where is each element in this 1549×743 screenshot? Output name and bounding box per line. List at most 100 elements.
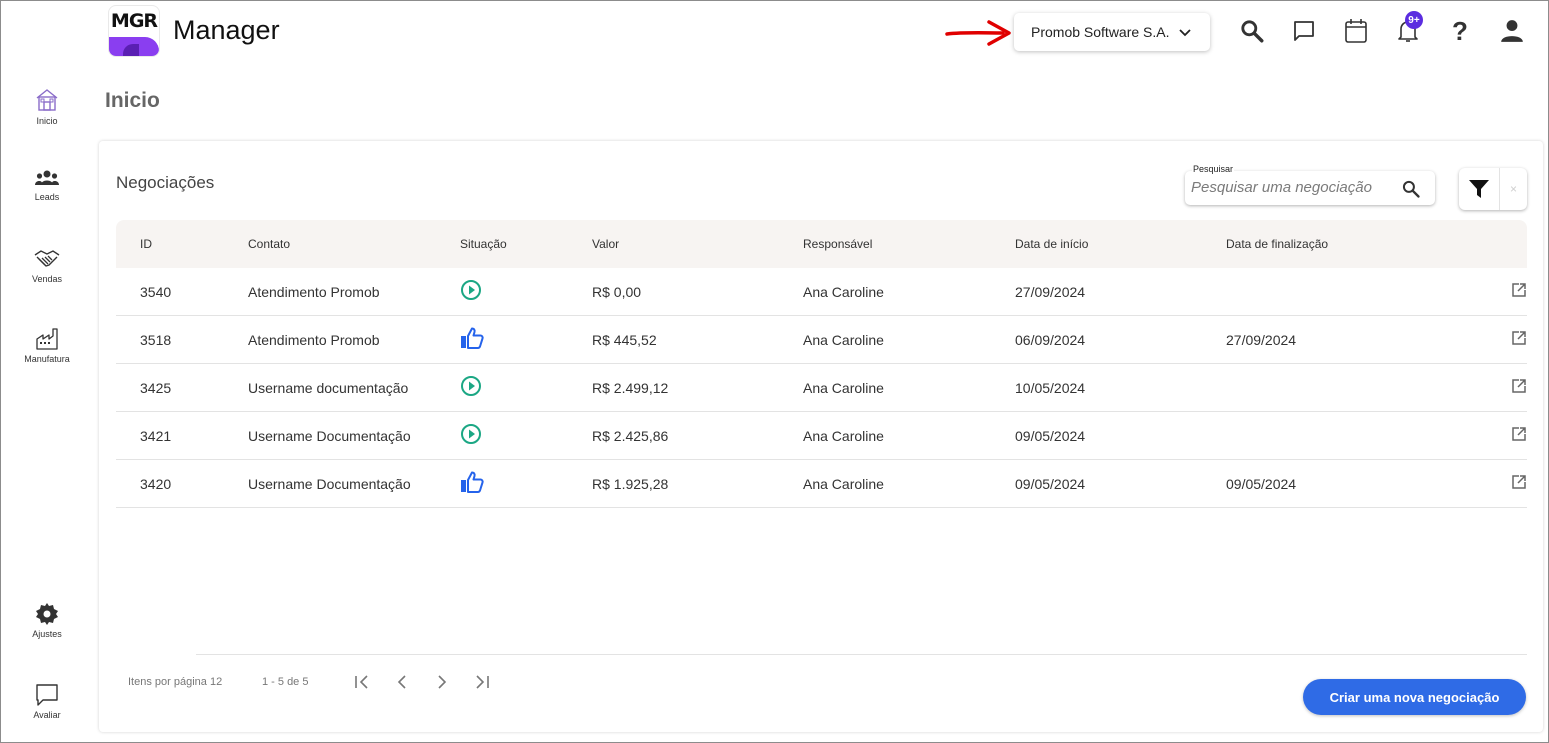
close-icon: × bbox=[1509, 182, 1517, 196]
search-icon[interactable] bbox=[1237, 15, 1267, 47]
cell-contato: Username Documentação bbox=[248, 475, 411, 492]
open-external-icon[interactable] bbox=[1511, 330, 1527, 349]
sidebar-item-vendas[interactable]: Vendas bbox=[19, 247, 75, 284]
cell-id: 3425 bbox=[140, 379, 172, 396]
cell-actions bbox=[1450, 282, 1527, 301]
sidebar-item-inicio[interactable]: Inicio bbox=[19, 87, 75, 126]
cell-data-inicio: 09/05/2024 bbox=[1015, 475, 1086, 492]
search-icon[interactable] bbox=[1401, 179, 1421, 199]
cell-data-inicio: 10/05/2024 bbox=[1015, 379, 1086, 396]
open-external-icon[interactable] bbox=[1511, 282, 1527, 301]
cell-situacao bbox=[460, 423, 592, 448]
company-selector[interactable]: Promob Software S.A. bbox=[1014, 13, 1210, 51]
open-external-icon[interactable] bbox=[1511, 378, 1527, 397]
sidebar-item-leads[interactable]: Leads bbox=[19, 169, 75, 202]
search-input[interactable] bbox=[1191, 179, 1391, 196]
user-icon[interactable] bbox=[1497, 15, 1527, 47]
open-external-icon[interactable] bbox=[1511, 474, 1527, 493]
play-circle-icon bbox=[460, 375, 482, 400]
table-row[interactable]: 3540 Atendimento Promob R$ 0,00 Ana Carolin… bbox=[116, 268, 1527, 316]
thumbs-up-icon bbox=[460, 471, 484, 496]
sidebar-label-ajustes: Ajustes bbox=[32, 629, 62, 639]
cell-id: 3518 bbox=[140, 331, 172, 348]
card-title: Negociações bbox=[116, 173, 215, 192]
first-page-icon[interactable] bbox=[352, 672, 372, 692]
cell-responsavel: Ana Caroline bbox=[803, 379, 884, 396]
cell-situacao bbox=[460, 327, 592, 352]
handshake-icon bbox=[34, 250, 60, 267]
sidebar-item-ajustes[interactable]: Ajustes bbox=[19, 602, 75, 639]
pagination-range: 1 - 5 de 5 bbox=[262, 676, 309, 688]
cell-data-inicio: 09/05/2024 bbox=[1015, 427, 1086, 444]
sidebar-item-manufatura[interactable]: Manufatura bbox=[19, 327, 75, 364]
cell-responsavel: Ana Caroline bbox=[803, 331, 884, 348]
cell-id: 3421 bbox=[140, 427, 172, 444]
cell-data-finalizacao: 09/05/2024 bbox=[1226, 475, 1297, 492]
calendar-icon[interactable] bbox=[1341, 15, 1371, 47]
cell-actions bbox=[1450, 378, 1527, 397]
group-icon bbox=[35, 170, 59, 185]
filter-icon bbox=[1469, 180, 1489, 198]
clear-filter-button[interactable]: × bbox=[1499, 168, 1527, 210]
feedback-icon bbox=[36, 684, 58, 706]
sidebar-label-leads: Leads bbox=[34, 192, 60, 202]
column-header-situacao[interactable]: Situação bbox=[460, 237, 592, 251]
last-page-icon[interactable] bbox=[472, 672, 492, 692]
cell-data-inicio: 06/09/2024 bbox=[1015, 331, 1086, 348]
home-icon bbox=[36, 89, 58, 111]
logo-text: MGR bbox=[110, 10, 158, 32]
column-header-data-inicio[interactable]: Data de início bbox=[1015, 237, 1226, 251]
help-icon[interactable]: ? bbox=[1445, 15, 1475, 47]
sidebar-item-avaliar[interactable]: Avaliar bbox=[19, 683, 75, 720]
factory-icon bbox=[36, 328, 58, 350]
cell-data-inicio: 27/09/2024 bbox=[1015, 283, 1086, 300]
column-header-responsavel[interactable]: Responsável bbox=[803, 237, 1015, 251]
column-header-id[interactable]: ID bbox=[116, 237, 248, 251]
logo-shape-accent bbox=[123, 44, 139, 56]
cell-contato: Username documentação bbox=[248, 379, 409, 396]
column-header-contato[interactable]: Contato bbox=[248, 237, 460, 251]
cell-actions bbox=[1450, 330, 1527, 349]
items-per-page[interactable]: Itens por página 12 bbox=[128, 676, 222, 688]
sidebar-label-manufatura: Manufatura bbox=[24, 354, 70, 364]
gear-icon bbox=[36, 603, 58, 625]
cell-valor: R$ 2.425,86 bbox=[592, 427, 669, 444]
cell-valor: R$ 445,52 bbox=[592, 331, 657, 348]
play-circle-icon bbox=[460, 423, 482, 448]
cell-actions bbox=[1450, 426, 1527, 445]
cell-responsavel: Ana Caroline bbox=[803, 427, 884, 444]
create-negociacao-button[interactable]: Criar uma nova negociação bbox=[1303, 679, 1526, 715]
page-title: Inicio bbox=[105, 89, 160, 112]
help-glyph: ? bbox=[1452, 15, 1468, 46]
sidebar-label-avaliar: Avaliar bbox=[33, 710, 61, 720]
column-header-valor[interactable]: Valor bbox=[592, 237, 803, 251]
table-row[interactable]: 3421 Username Documentação R$ 2.425,86 Ana … bbox=[116, 412, 1527, 460]
table-row[interactable]: 3518 Atendimento Promob R$ 445,52 Ana Carol… bbox=[116, 316, 1527, 364]
table-header: ID Contato Situação Valor Responsável Da… bbox=[116, 220, 1527, 268]
filter-button[interactable] bbox=[1459, 168, 1499, 210]
filter-controls: × bbox=[1459, 168, 1527, 210]
next-page-icon[interactable] bbox=[432, 672, 452, 692]
table-row[interactable]: 3425 Username documentação R$ 2.499,12 Ana … bbox=[116, 364, 1527, 412]
notification-badge: 9+ bbox=[1405, 11, 1423, 29]
app-name: Manager bbox=[173, 15, 280, 45]
cell-id: 3420 bbox=[140, 475, 172, 492]
play-circle-icon bbox=[460, 279, 482, 304]
cell-valor: R$ 2.499,12 bbox=[592, 379, 669, 396]
pagination-divider bbox=[196, 654, 1527, 655]
search-field[interactable]: Pesquisar bbox=[1185, 164, 1435, 205]
search-label: Pesquisar bbox=[1192, 164, 1235, 174]
sidebar-label-inicio: Inicio bbox=[36, 116, 58, 126]
thumbs-up-icon bbox=[460, 327, 484, 352]
previous-page-icon[interactable] bbox=[392, 672, 412, 692]
cell-contato: Username Documentação bbox=[248, 427, 411, 444]
chat-icon[interactable] bbox=[1289, 15, 1319, 47]
table-row[interactable]: 3420 Username Documentação R$ 1.925,28 Ana … bbox=[116, 460, 1527, 508]
column-header-data-finalizacao[interactable]: Data de finalização bbox=[1226, 237, 1450, 251]
chevron-down-icon bbox=[1178, 29, 1191, 37]
open-external-icon[interactable] bbox=[1511, 426, 1527, 445]
app-window: MGR Manager Promob Software S.A. 9+ ? In… bbox=[0, 0, 1549, 743]
app-logo[interactable]: MGR bbox=[109, 6, 159, 56]
cell-responsavel: Ana Caroline bbox=[803, 475, 884, 492]
cell-contato: Atendimento Promob bbox=[248, 283, 380, 300]
